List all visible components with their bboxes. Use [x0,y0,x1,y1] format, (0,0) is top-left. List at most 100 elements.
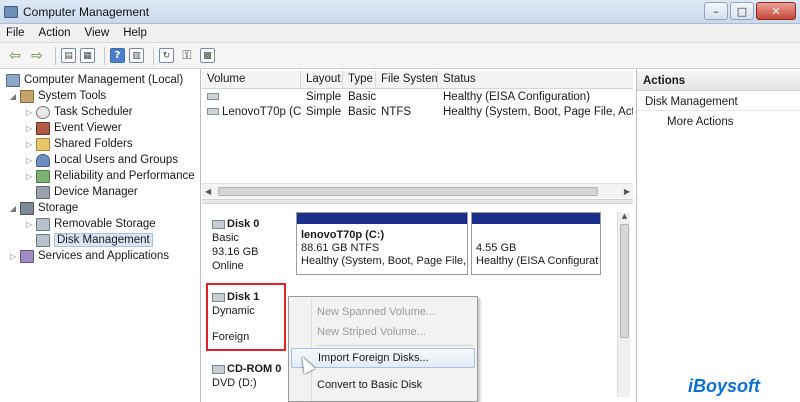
tree-label: Disk Management [54,233,153,247]
tree-item-disk-management[interactable]: Disk Management [34,232,153,248]
scrollbar-thumb[interactable] [218,187,598,196]
grid-icon[interactable]: ▩ [200,48,215,63]
menu-item-new-spanned-volume[interactable]: New Spanned Volume... [291,302,475,322]
navigation-tree: Computer Management (Local) ◢ System Too… [0,69,201,402]
actions-section-disk-management[interactable]: Disk Management [637,93,800,111]
drive-icon [207,93,219,101]
horizontal-scrollbar[interactable]: ◀ ▶ [202,183,633,198]
toolbar-separator [153,46,154,65]
disk-size: 93.16 GB [212,246,259,258]
tree-item-reliability[interactable]: ▷ Reliability and Performance [24,168,195,184]
tree-label: System Tools [38,90,107,102]
title-bar: Computer Management – □ ✕ [0,0,800,24]
disk-management-icon [36,233,50,247]
expand-triangle-icon[interactable]: ▷ [24,172,34,181]
partition-eisa[interactable]: 4.55 GB Healthy (EISA Configurat [471,212,601,275]
device-manager-icon [36,185,50,199]
scrollbar-thumb[interactable] [620,224,629,338]
system-tools-icon [20,89,34,103]
collapse-triangle-icon[interactable]: ◢ [8,92,18,101]
menu-bar: File Action View Help [0,24,800,43]
menu-item-import-foreign-disks[interactable]: Import Foreign Disks... [291,348,475,368]
maximize-button[interactable]: □ [730,2,754,20]
tree-item-shared-folders[interactable]: ▷ Shared Folders [24,136,133,152]
column-header-status[interactable]: Status [438,71,633,88]
key-icon[interactable]: ⚿ [178,47,196,65]
menu-item-new-striped-volume[interactable]: New Striped Volume... [291,322,475,342]
column-header-layout[interactable]: Layout [301,71,343,88]
tree-item-event-viewer[interactable]: ▷ Event Viewer [24,120,122,136]
show-hide-tree-icon[interactable]: ▦ [80,48,95,63]
tree-item-services[interactable]: ▷ Services and Applications [8,248,169,264]
removable-storage-icon [36,217,50,231]
expand-triangle-icon[interactable]: ▷ [24,156,34,165]
users-icon [36,153,50,167]
type-cell: Basic [348,91,376,103]
disk-type: Basic [212,232,239,244]
expand-triangle-icon[interactable]: ▷ [24,124,34,133]
expand-triangle-icon[interactable]: ▷ [24,140,34,149]
layout-cell: Simple [306,91,342,103]
menu-file[interactable]: File [6,27,25,39]
tree-item-system-tools[interactable]: ◢ System Tools [8,88,106,104]
table-row[interactable]: Simple Basic Healthy (EISA Configuration… [202,90,633,105]
window-controls: – □ ✕ [704,2,796,20]
window-title: Computer Management [23,4,150,19]
tree-label: Storage [38,202,79,214]
tree-label: Reliability and Performance [54,170,195,182]
actions-header: Actions [637,71,800,91]
tree-item-device-manager[interactable]: Device Manager [34,184,138,200]
tree-item-local-users[interactable]: ▷ Local Users and Groups [24,152,178,168]
scroll-up-icon[interactable]: ▲ [618,212,631,220]
toolbar-separator [55,46,56,65]
column-header-type[interactable]: Type [343,71,376,88]
tree-label: Task Scheduler [54,106,133,118]
partition-status: Healthy (System, Boot, Page File, A [301,255,468,267]
collapse-triangle-icon[interactable]: ◢ [8,204,18,213]
menu-action[interactable]: Action [39,27,71,39]
menu-help[interactable]: Help [123,27,147,39]
menu-item-convert-to-basic-disk[interactable]: Convert to Basic Disk [291,375,475,395]
help-icon[interactable]: ? [110,48,125,63]
menu-separator [315,345,473,346]
column-header-volume[interactable]: Volume [202,71,301,88]
actions-panel: Actions Disk Management More Actions [636,69,800,402]
expand-triangle-icon[interactable]: ▷ [24,220,34,229]
table-row[interactable]: LenovoT70p (C:) Simple Basic NTFS Health… [202,105,633,120]
type-cell: Basic [348,106,376,118]
expand-triangle-icon[interactable]: ▷ [8,252,18,261]
expand-triangle-icon[interactable]: ▷ [24,108,34,117]
minimize-button[interactable]: – [704,2,728,20]
tree-item-storage[interactable]: ◢ Storage [8,200,78,216]
disk-state: Online [212,260,244,272]
refresh-icon[interactable]: ↻ [159,48,174,63]
disk-name: CD-ROM 0 [227,363,282,375]
drive-icon [207,108,219,116]
up-folder-icon[interactable]: ▤ [61,48,76,63]
pane-splitter[interactable] [202,199,633,204]
scroll-left-icon[interactable]: ◀ [205,184,211,199]
partition-bar [297,213,467,224]
partition-c[interactable]: lenovoT70p (C:) 88.61 GB NTFS Healthy (S… [296,212,468,275]
vertical-scrollbar[interactable]: ▲ [617,212,630,397]
volume-list-header: Volume Layout Type File System Status [202,71,633,89]
close-button[interactable]: ✕ [756,2,796,20]
scroll-right-icon[interactable]: ▶ [624,184,630,199]
disk-icon [212,219,225,229]
tree-item-computer-management[interactable]: Computer Management (Local) [4,72,183,88]
cdrom-0-label[interactable]: CD-ROM 0 DVD (D:) [212,362,281,390]
menu-view[interactable]: View [85,27,110,39]
clock-icon [36,105,50,119]
file-system-cell [376,90,438,105]
tree-label: Services and Applications [38,250,170,262]
tree-item-task-scheduler[interactable]: ▷ Task Scheduler [24,104,133,120]
tree-item-removable-storage[interactable]: ▷ Removable Storage [24,216,156,232]
toolbar: ⇦ ⇨ ▤ ▦ ? ▥ ↻ ⚿ ▩ [0,43,800,69]
more-actions-link[interactable]: More Actions [667,114,733,130]
back-arrow-icon[interactable]: ⇦ [6,47,24,65]
forward-arrow-icon[interactable]: ⇨ [28,47,46,65]
disk-0-label[interactable]: Disk 0 Basic 93.16 GB Online [212,217,259,273]
properties-icon[interactable]: ▥ [129,48,144,63]
column-header-file-system[interactable]: File System [376,71,438,88]
context-menu: New Spanned Volume... New Striped Volume… [288,296,478,402]
